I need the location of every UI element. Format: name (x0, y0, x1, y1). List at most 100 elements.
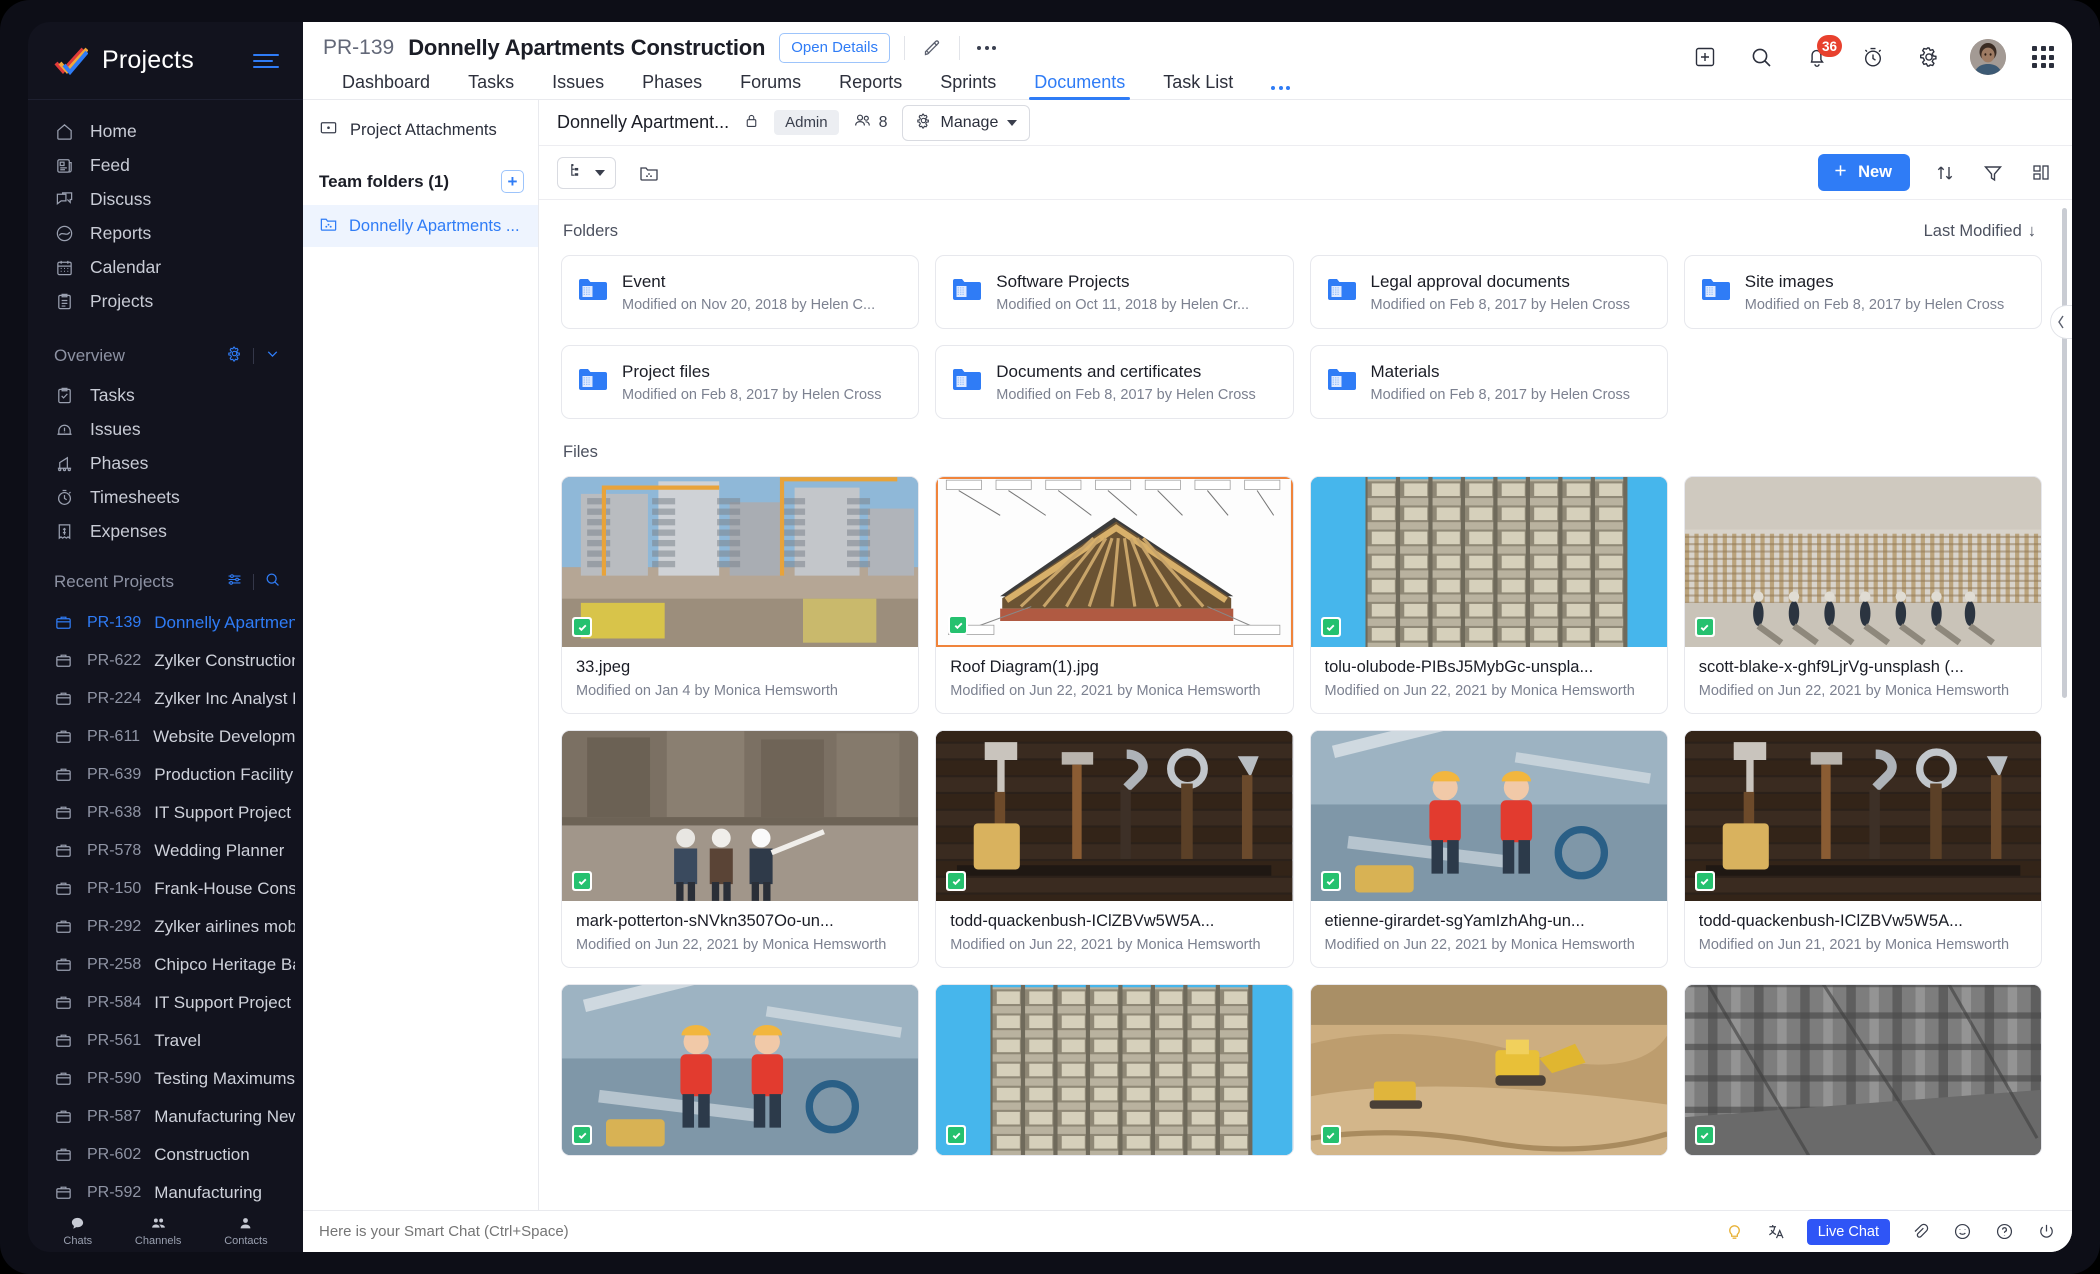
sidebar-project-item[interactable]: PR-224 Zylker Inc Analyst B (28, 680, 303, 718)
file-thumbnail[interactable] (1310, 731, 1667, 901)
sidebar-item-reports[interactable]: Reports (28, 216, 303, 250)
file-card[interactable]: Roof Diagram(1).jpg Modified on Jun 22, 2… (935, 476, 1294, 714)
file-card[interactable]: todd-quackenbush-IClZBVw5W5A... Modified … (935, 730, 1294, 968)
sidebar-item-timesheets[interactable]: Timesheets (28, 480, 303, 514)
file-select-checkbox[interactable] (572, 617, 592, 637)
file-thumbnail[interactable] (1684, 477, 2041, 647)
tab-issues[interactable]: Issues (533, 72, 623, 99)
sidebar-item-discuss[interactable]: Discuss (28, 182, 303, 216)
project-attachments-item[interactable]: Project Attachments (303, 100, 538, 158)
folder-card[interactable]: Materials Modified on Feb 8, 2017 by Hele… (1309, 345, 1668, 419)
live-chat-button[interactable]: Live Chat (1806, 1218, 1890, 1245)
sidebar-item-calendar[interactable]: Calendar (28, 250, 303, 284)
sidebar-item-expenses[interactable]: Expenses (28, 514, 303, 548)
sidebar-project-item[interactable]: PR-292 Zylker airlines mobi (28, 908, 303, 946)
add-team-folder-button[interactable]: + (501, 170, 524, 193)
sidebar-project-item[interactable]: PR-584 IT Support Project (28, 984, 303, 1022)
sidebar-project-item[interactable]: PR-578 Wedding Planner (28, 832, 303, 870)
smart-chat-input[interactable] (319, 1223, 1723, 1240)
members-count[interactable]: 8 (853, 111, 888, 135)
sidebar-project-item[interactable]: PR-139 Donnelly Apartmen (28, 604, 303, 642)
sort-icon[interactable] (1932, 160, 1958, 186)
shared-folder-icon[interactable] (636, 160, 662, 186)
sidebar-project-item[interactable]: PR-587 Manufacturing New (28, 1098, 303, 1136)
emoji-icon[interactable] (1950, 1220, 1974, 1244)
lightbulb-icon[interactable] (1723, 1220, 1747, 1244)
file-select-checkbox[interactable] (1320, 1125, 1341, 1145)
file-card[interactable] (935, 984, 1294, 1156)
file-card[interactable]: mark-potterton-sNVkn3507Oo-un... Modified… (561, 730, 920, 968)
sidebar-collapse-icon[interactable] (253, 50, 279, 72)
sidebar-project-item[interactable]: PR-622 Zylker Construction (28, 642, 303, 680)
add-new-icon[interactable] (1690, 42, 1720, 72)
chevron-down-icon[interactable] (264, 345, 281, 367)
folder-card[interactable]: Software Projects Modified on Oct 11, 201… (935, 255, 1294, 329)
tab-sprints[interactable]: Sprints (921, 72, 1015, 99)
file-thumbnail[interactable] (1310, 477, 1667, 647)
apps-grid-icon[interactable] (2032, 46, 2054, 68)
file-select-checkbox[interactable] (1694, 871, 1715, 891)
file-thumbnail[interactable] (936, 731, 1293, 901)
file-card[interactable] (1683, 984, 2042, 1156)
file-select-checkbox[interactable] (948, 615, 969, 635)
view-mode-select[interactable] (557, 156, 616, 189)
file-card[interactable]: todd-quackenbush-IClZBVw5W5A... Modified … (1683, 730, 2042, 968)
layout-view-icon[interactable] (2028, 160, 2054, 186)
tab-documents[interactable]: Documents (1015, 72, 1144, 100)
file-select-checkbox[interactable] (572, 871, 592, 891)
tab-reports[interactable]: Reports (820, 72, 921, 99)
sidebar-item-feed[interactable]: Feed (28, 148, 303, 182)
notifications-bell-icon[interactable]: 36 (1802, 35, 1842, 72)
sort-by-last-modified[interactable]: Last Modified ↓ (1924, 222, 2036, 241)
folder-card[interactable]: Site images Modified on Feb 8, 2017 by He… (1683, 255, 2042, 329)
tab-forums[interactable]: Forums (721, 72, 820, 99)
tab-tasks[interactable]: Tasks (449, 72, 533, 99)
sidebar-project-item[interactable]: PR-258 Chipco Heritage Ba (28, 946, 303, 984)
sidebar-project-item[interactable]: PR-561 Travel (28, 1022, 303, 1060)
timer-clock-icon[interactable] (1858, 42, 1888, 72)
file-select-checkbox[interactable] (1694, 617, 1715, 637)
file-select-checkbox[interactable] (572, 1125, 592, 1145)
sidebar-item-projects[interactable]: Projects (28, 284, 303, 318)
filter-icon[interactable] (1980, 160, 2006, 186)
gear-icon[interactable] (226, 345, 243, 367)
sidebar-item-home[interactable]: Home (28, 114, 303, 148)
file-thumbnail[interactable] (936, 985, 1293, 1155)
folder-card[interactable]: Event Modified on Nov 20, 2018 by Helen C… (561, 255, 920, 329)
sidebar-project-item[interactable]: PR-590 Testing Maximums (28, 1060, 303, 1098)
filter-sliders-icon[interactable] (226, 571, 243, 593)
settings-gear-icon[interactable] (1914, 42, 1944, 72)
avatar[interactable] (1970, 39, 2006, 75)
help-icon[interactable] (1992, 1220, 2016, 1244)
attachment-icon[interactable] (1908, 1220, 1932, 1244)
sidebar-project-item[interactable]: PR-602 Construction (28, 1136, 303, 1174)
team-folder-item[interactable]: Donnelly Apartments ... (303, 205, 538, 247)
folder-card[interactable]: Project files Modified on Feb 8, 2017 by … (561, 345, 920, 419)
file-thumbnail[interactable] (1684, 731, 2041, 901)
tab-more-icon[interactable] (1252, 86, 1309, 99)
sidebar-item-phases[interactable]: Phases (28, 446, 303, 480)
file-card[interactable]: tolu-olubode-PIBsJ5MybGc-unspla... Modifi… (1309, 476, 1668, 714)
sidebar-project-item[interactable]: PR-638 IT Support Project (28, 794, 303, 832)
edit-pen-icon[interactable] (919, 35, 945, 61)
open-details-button[interactable]: Open Details (779, 33, 890, 63)
file-thumbnail[interactable] (562, 985, 919, 1155)
tab-phases[interactable]: Phases (623, 72, 721, 99)
bottom-tab-channels[interactable]: Channels (135, 1216, 181, 1247)
manage-dropdown[interactable]: Manage (901, 104, 1031, 141)
vertical-scrollbar[interactable] (2062, 208, 2067, 698)
folder-card[interactable]: Documents and certificates Modified on Fe… (935, 345, 1294, 419)
file-thumbnail[interactable] (936, 477, 1293, 647)
translate-icon[interactable] (1765, 1220, 1789, 1244)
file-thumbnail[interactable] (1684, 985, 2041, 1155)
folder-card[interactable]: Legal approval documents Modified on Feb … (1309, 255, 1668, 329)
power-icon[interactable] (2034, 1220, 2058, 1244)
sidebar-project-item[interactable]: PR-592 Manufacturing (28, 1174, 303, 1212)
sidebar-project-item[interactable]: PR-611 Website Developme (28, 718, 303, 756)
file-card[interactable]: scott-blake-x-ghf9LjrVg-unsplash (... Mod… (1683, 476, 2042, 714)
tab-task-list[interactable]: Task List (1144, 72, 1252, 99)
file-select-checkbox[interactable] (1320, 871, 1341, 891)
file-card[interactable]: etienne-girardet-sgYamIzhAhg-un... Modifi… (1309, 730, 1668, 968)
tab-dashboard[interactable]: Dashboard (323, 72, 449, 99)
search-icon[interactable] (264, 571, 281, 593)
